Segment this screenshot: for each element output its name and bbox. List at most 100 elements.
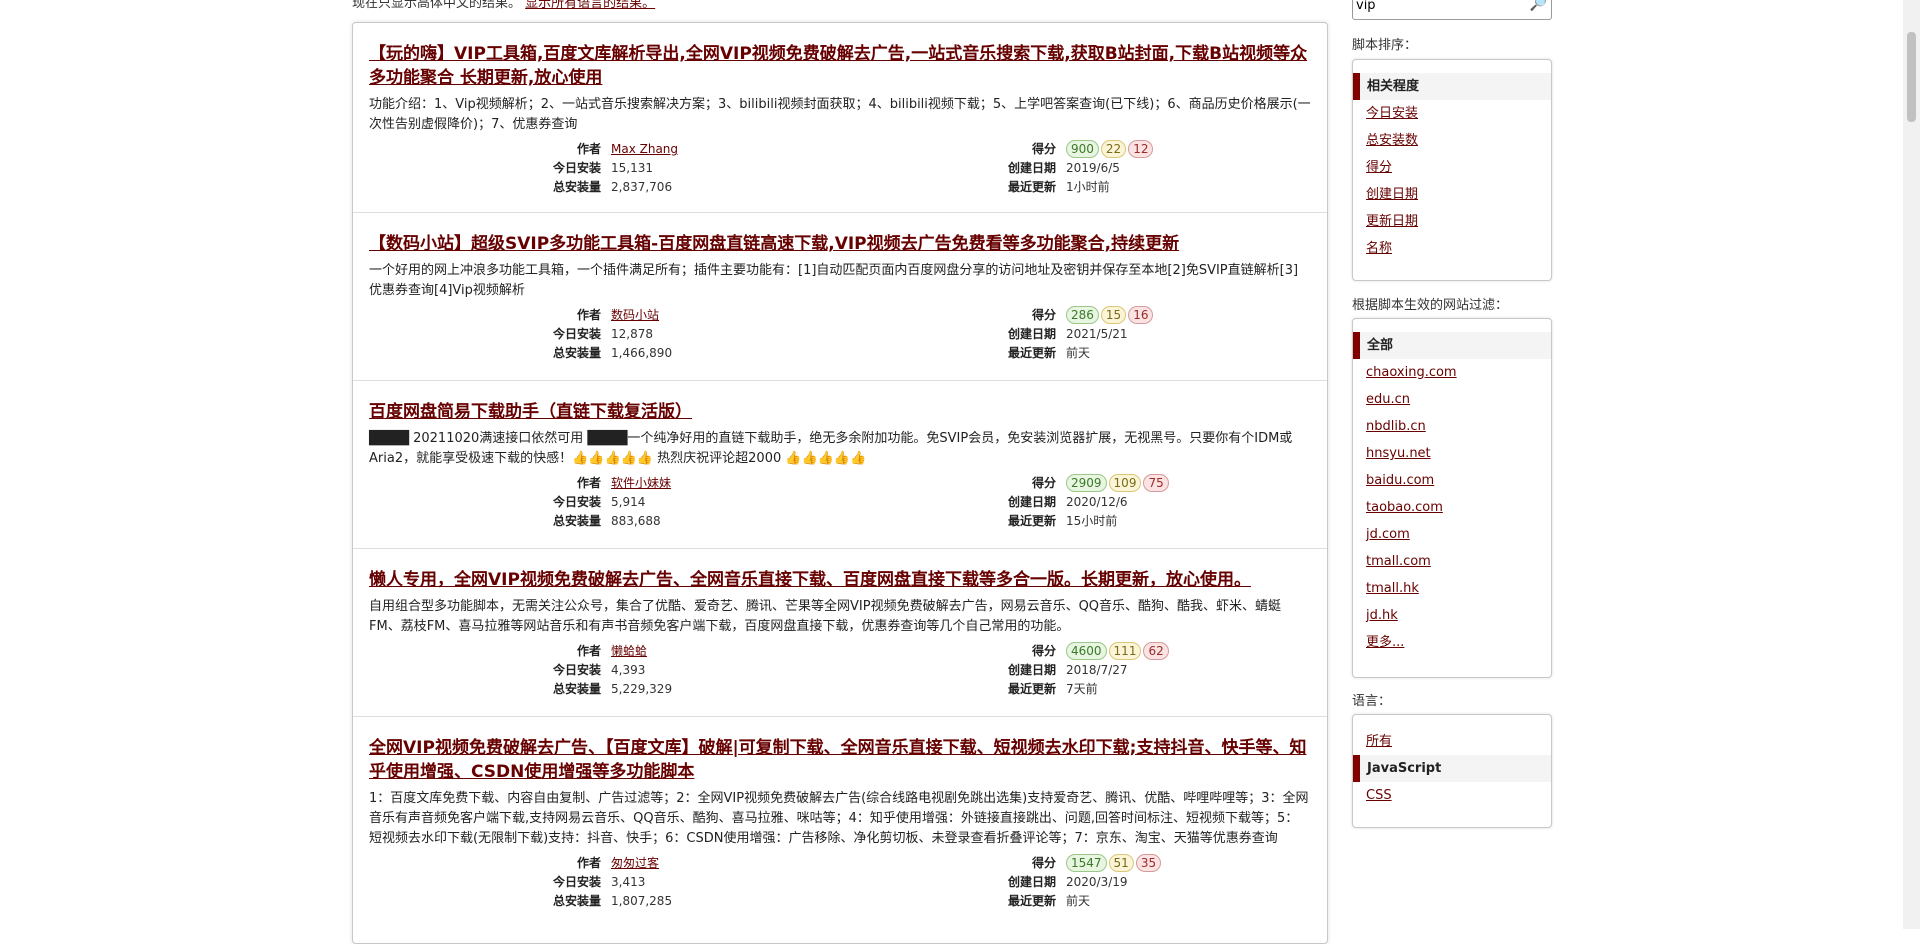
score-ok-badge: 15 — [1100, 306, 1127, 324]
total-installs-value: 5,229,329 — [611, 682, 673, 696]
site-filter-link[interactable]: tmall.hk — [1366, 581, 1419, 596]
site-filter-link[interactable]: jd.com — [1366, 527, 1410, 542]
sort-option-total-installs[interactable]: 总安装数 — [1366, 133, 1418, 148]
search-input[interactable] — [1356, 0, 1516, 17]
updated-value: 1小时前 — [1066, 180, 1110, 194]
result-language-note-text: 现在只显示高体中文的结果。 — [352, 0, 522, 11]
daily-installs-label: 今日安装 — [552, 327, 601, 341]
site-filter-link[interactable]: taobao.com — [1366, 500, 1443, 515]
author-label: 作者 — [576, 476, 601, 490]
scrollbar-thumb[interactable] — [1907, 32, 1916, 122]
script-list-item: 全网VIP视频免费破解去广告、【百度文库】破解|可复制下载、全网音乐直接下载、短… — [353, 717, 1327, 943]
site-filter-link[interactable]: tmall.com — [1366, 554, 1431, 569]
score-label: 得分 — [1031, 142, 1056, 156]
script-description: ████ 20211020满速接口依然可用 ████一个纯净好用的直链下载助手，… — [369, 431, 1293, 466]
updated-value: 15小时前 — [1066, 514, 1118, 528]
total-installs-value: 2,837,706 — [611, 180, 673, 194]
daily-installs-value: 12,878 — [611, 327, 653, 341]
sort-option-name[interactable]: 名称 — [1366, 241, 1392, 256]
score-bad-badge: 62 — [1143, 642, 1169, 660]
score-ok-badge: 111 — [1108, 642, 1142, 660]
author-link[interactable]: 匆匆过客 — [611, 856, 659, 870]
script-description: 自用组合型多功能脚本，无需关注公众号，集合了优酷、爱奇艺、腾讯、芒果等全网VIP… — [369, 599, 1282, 634]
sort-option-updated[interactable]: 更新日期 — [1366, 214, 1418, 229]
score-ok-badge: 22 — [1100, 140, 1127, 158]
daily-installs-value: 3,413 — [611, 875, 646, 889]
created-label: 创建日期 — [1007, 495, 1056, 509]
created-label: 创建日期 — [1007, 663, 1056, 677]
site-filter-box: 全部 chaoxing.com edu.cn nbdlib.cn hnsyu.n… — [1352, 318, 1552, 678]
updated-value: 前天 — [1066, 346, 1091, 360]
show-all-languages-link[interactable]: 显示所有语言的结果。 — [525, 0, 655, 11]
score-label: 得分 — [1031, 644, 1056, 658]
author-label: 作者 — [576, 856, 601, 870]
script-title-link[interactable]: 【数码小站】超级SVIP多功能工具箱-百度网盘直链高速下载,VIP视频去广告免费… — [369, 232, 1311, 256]
script-list-item: 【玩的嗨】VIP工具箱,百度文库解析导出,全网VIP视频免费破解去广告,一站式音… — [353, 23, 1327, 213]
script-results-list: 【玩的嗨】VIP工具箱,百度文库解析导出,全网VIP视频免费破解去广告,一站式音… — [352, 22, 1328, 944]
script-description: 功能介绍：1、Vip视频解析；2、一站式音乐搜索解决方案；3、bilibili视… — [369, 97, 1311, 132]
score-label: 得分 — [1031, 476, 1056, 490]
sort-option-score[interactable]: 得分 — [1366, 160, 1392, 175]
daily-installs-value: 5,914 — [611, 495, 646, 509]
language-filter-all[interactable]: 所有 — [1366, 734, 1392, 749]
site-filter-more-link[interactable]: 更多... — [1366, 635, 1404, 650]
total-installs-label: 总安装量 — [552, 180, 601, 194]
updated-label: 最近更新 — [1007, 682, 1056, 696]
score-bad-badge: 35 — [1135, 854, 1162, 872]
script-meta: 作者 Max Zhang 今日安装 15,131 总安装量 2,837,706 得分 9… — [369, 140, 1311, 198]
script-title-link[interactable]: 【玩的嗨】VIP工具箱,百度文库解析导出,全网VIP视频免费破解去广告,一站式音… — [369, 42, 1311, 90]
site-filter-link[interactable]: jd.hk — [1366, 608, 1398, 623]
site-filter-link[interactable]: edu.cn — [1366, 392, 1410, 407]
score-good-badge: 2909 — [1066, 474, 1107, 492]
author-link[interactable]: 懒蛤蛤 — [611, 644, 647, 658]
author-link[interactable]: 软件小妹妹 — [611, 476, 671, 490]
author-label: 作者 — [576, 644, 601, 658]
sort-label: 脚本排序： — [1352, 38, 1418, 53]
language-filter-box: 所有 JavaScript CSS — [1352, 714, 1552, 828]
created-value: 2020/3/19 — [1066, 875, 1128, 889]
site-filter-link[interactable]: hnsyu.net — [1366, 446, 1431, 461]
script-list-item: 【数码小站】超级SVIP多功能工具箱-百度网盘直链高速下载,VIP视频去广告免费… — [353, 213, 1327, 381]
score-good-badge: 1547 — [1066, 854, 1107, 872]
total-installs-value: 1,466,890 — [611, 346, 673, 360]
created-value: 2019/6/5 — [1066, 161, 1120, 175]
result-language-note: 现在只显示高体中文的结果。 显示所有语言的结果。 — [352, 0, 655, 11]
score-bad-badge: 75 — [1143, 474, 1169, 492]
score-good-badge: 900 — [1066, 140, 1099, 158]
site-filter-all[interactable]: 全部 — [1353, 332, 1551, 359]
language-filter-css[interactable]: CSS — [1366, 788, 1392, 803]
score-label: 得分 — [1031, 856, 1056, 870]
created-label: 创建日期 — [1007, 875, 1056, 889]
language-label: 语言： — [1352, 694, 1392, 709]
total-installs-label: 总安装量 — [552, 346, 601, 360]
site-filter-link[interactable]: baidu.com — [1366, 473, 1434, 488]
site-filter-link[interactable]: chaoxing.com — [1366, 365, 1457, 380]
total-installs-label: 总安装量 — [552, 894, 601, 908]
language-filter-javascript[interactable]: JavaScript — [1353, 755, 1551, 782]
search-icon[interactable]: 🔎 — [1530, 0, 1547, 12]
sort-option-daily-installs[interactable]: 今日安装 — [1366, 106, 1418, 121]
script-meta: 作者 软件小妹妹 今日安装 5,914 总安装量 883,688 得分 2909 109 7… — [369, 474, 1311, 532]
script-title-link[interactable]: 百度网盘简易下载助手（直链下载复活版） — [369, 400, 1311, 424]
updated-value: 7天前 — [1066, 682, 1098, 696]
created-label: 创建日期 — [1007, 327, 1056, 341]
sort-option-created[interactable]: 创建日期 — [1366, 187, 1418, 202]
script-title-link[interactable]: 全网VIP视频免费破解去广告、【百度文库】破解|可复制下载、全网音乐直接下载、短… — [369, 736, 1311, 784]
site-filter-link[interactable]: nbdlib.cn — [1366, 419, 1426, 434]
script-meta: 作者 懒蛤蛤 今日安装 4,393 总安装量 5,229,329 得分 4600 111 6… — [369, 642, 1311, 700]
script-title-link[interactable]: 懒人专用，全网VIP视频免费破解去广告、全网音乐直接下载、百度网盘直接下载等多合… — [369, 568, 1311, 592]
updated-label: 最近更新 — [1007, 346, 1056, 360]
sort-options-box: 相关程度 今日安装 总安装数 得分 创建日期 更新日期 名称 — [1352, 59, 1552, 281]
author-label: 作者 — [576, 142, 601, 156]
score-good-badge: 286 — [1066, 306, 1099, 324]
created-value: 2020/12/6 — [1066, 495, 1128, 509]
script-description: 1：百度文库免费下载、内容自由复制、广告过滤等；2：全网VIP视频免费破解去广告… — [369, 791, 1309, 846]
author-link[interactable]: Max Zhang — [611, 142, 678, 156]
score-bad-badge: 12 — [1128, 140, 1154, 158]
score-bad-badge: 16 — [1128, 306, 1154, 324]
author-link[interactable]: 数码小站 — [611, 308, 659, 322]
author-label: 作者 — [576, 308, 601, 322]
page-scrollbar[interactable] — [1903, 0, 1920, 929]
total-installs-label: 总安装量 — [552, 514, 601, 528]
sort-option-relevance[interactable]: 相关程度 — [1353, 73, 1551, 100]
